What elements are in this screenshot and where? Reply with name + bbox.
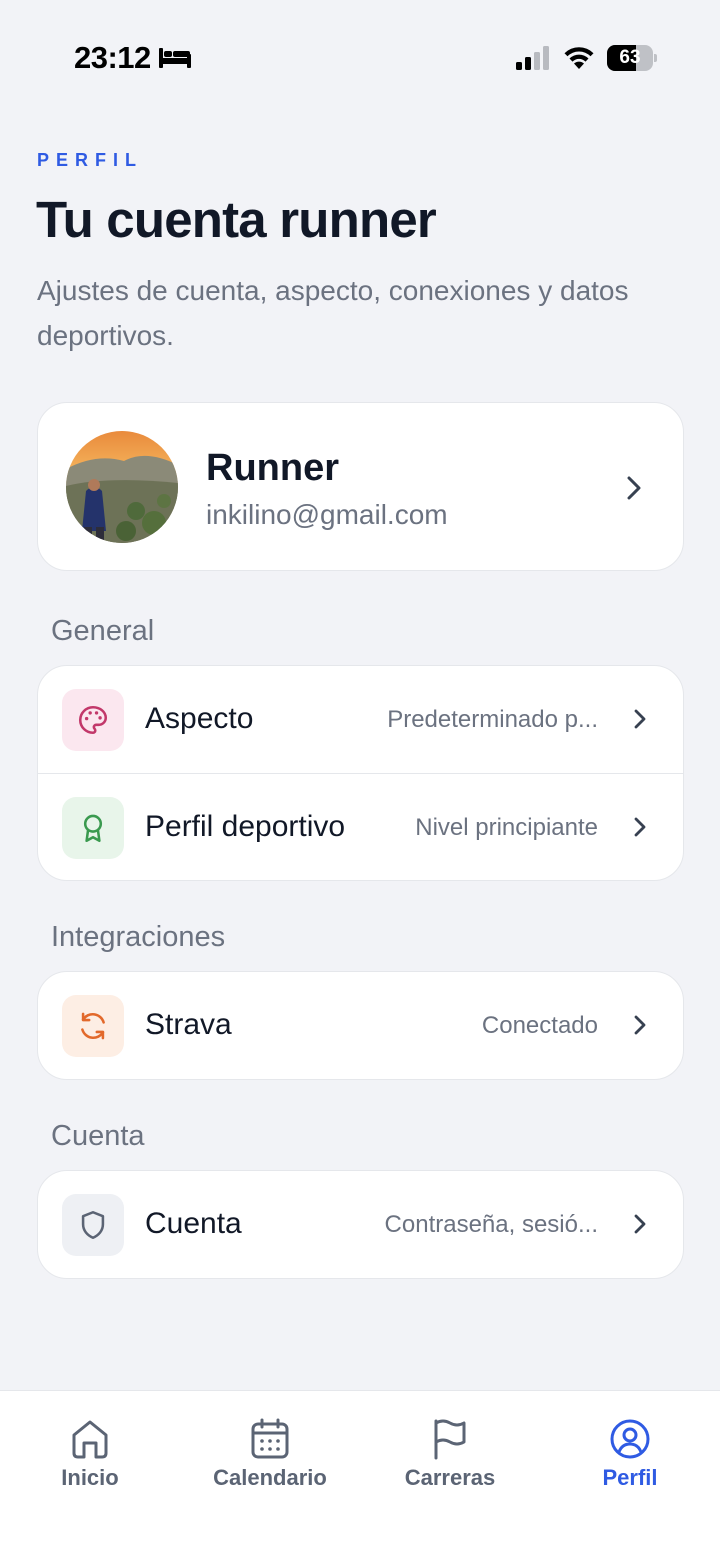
- row-value: Conectado: [481, 1012, 598, 1039]
- section-header-cuenta: Cuenta: [51, 1120, 145, 1152]
- tab-label: Perfil: [602, 1465, 658, 1490]
- battery-level: 63: [619, 47, 641, 68]
- settings-row-strava[interactable]: Strava Conectado: [38, 972, 683, 1079]
- page-title: Tu cuenta runner: [36, 191, 437, 248]
- status-bar: 23:12 63: [0, 0, 720, 110]
- user-circle-icon: [610, 1419, 650, 1459]
- row-label: Cuenta: [145, 1207, 242, 1240]
- settings-row-perfil-deportivo[interactable]: Perfil deportivo Nivel principiante: [38, 773, 683, 880]
- battery-icon: 63: [607, 45, 657, 71]
- award-icon: [83, 814, 103, 843]
- row-label: Strava: [145, 1008, 232, 1041]
- avatar: [66, 431, 178, 543]
- settings-row-aspecto[interactable]: Aspecto Predeterminado p...: [38, 666, 683, 773]
- tab-perfil[interactable]: Perfil: [555, 1417, 705, 1497]
- chevron-right-icon: [634, 817, 646, 837]
- wifi-icon: [564, 47, 594, 69]
- tab-label: Carreras: [404, 1465, 496, 1490]
- calendar-icon: [251, 1418, 289, 1459]
- row-value: Contraseña, sesió...: [384, 1211, 598, 1238]
- chevron-right-icon: [627, 476, 641, 500]
- row-icon-container: [62, 995, 124, 1057]
- signal-icon: [516, 46, 549, 70]
- tab-label: Inicio: [61, 1465, 119, 1490]
- tab-calendario[interactable]: Calendario: [195, 1417, 345, 1497]
- section-header-integraciones: Integraciones: [51, 921, 226, 953]
- account-card: Cuenta Contraseña, sesió...: [37, 1170, 684, 1279]
- page-subtitle: Ajustes de cuenta, aspecto, conexiones y…: [37, 275, 629, 351]
- chevron-right-icon: [634, 1214, 646, 1234]
- row-icon-container: [62, 1194, 124, 1256]
- home-icon: [72, 1420, 108, 1459]
- battery-nub: [654, 54, 657, 62]
- bed-icon: [159, 48, 191, 68]
- profile-screen: 23:12 63 PERFIL Tu cuenta runner Ajustes…: [0, 0, 720, 1565]
- avatar-photo: [66, 431, 178, 543]
- page-eyebrow: PERFIL: [37, 150, 144, 170]
- profile-email: inkilino@gmail.com: [206, 499, 448, 530]
- row-value: Predeterminado p...: [387, 706, 598, 733]
- section-header-general: General: [51, 615, 155, 647]
- tab-inicio[interactable]: Inicio: [15, 1417, 165, 1497]
- battery-body: 63: [607, 45, 653, 71]
- palette-icon: [78, 705, 108, 735]
- general-card: Aspecto Predeterminado p... Perfil depor…: [37, 665, 684, 881]
- chevron-right-icon: [634, 709, 646, 729]
- chevron-right-icon: [634, 1015, 646, 1035]
- tab-carreras[interactable]: Carreras: [375, 1417, 525, 1497]
- tab-label: Calendario: [213, 1465, 327, 1490]
- row-icon-container: [62, 689, 124, 751]
- row-value: Nivel principiante: [415, 814, 598, 841]
- flag-icon: [434, 1419, 466, 1460]
- settings-row-cuenta[interactable]: Cuenta Contraseña, sesió...: [38, 1171, 683, 1278]
- profile-name: Runner: [206, 447, 339, 489]
- profile-card[interactable]: Runner inkilino@gmail.com: [37, 402, 684, 571]
- tab-bar: Inicio Calendario Carreras Perfil: [0, 1390, 720, 1565]
- row-icon-container: [62, 797, 124, 859]
- sync-icon: [81, 1012, 105, 1040]
- shield-icon: [81, 1210, 105, 1240]
- row-label: Perfil deportivo: [145, 810, 346, 843]
- integrations-card: Strava Conectado: [37, 971, 684, 1080]
- row-label: Aspecto: [145, 702, 254, 735]
- status-time: 23:12: [74, 40, 151, 75]
